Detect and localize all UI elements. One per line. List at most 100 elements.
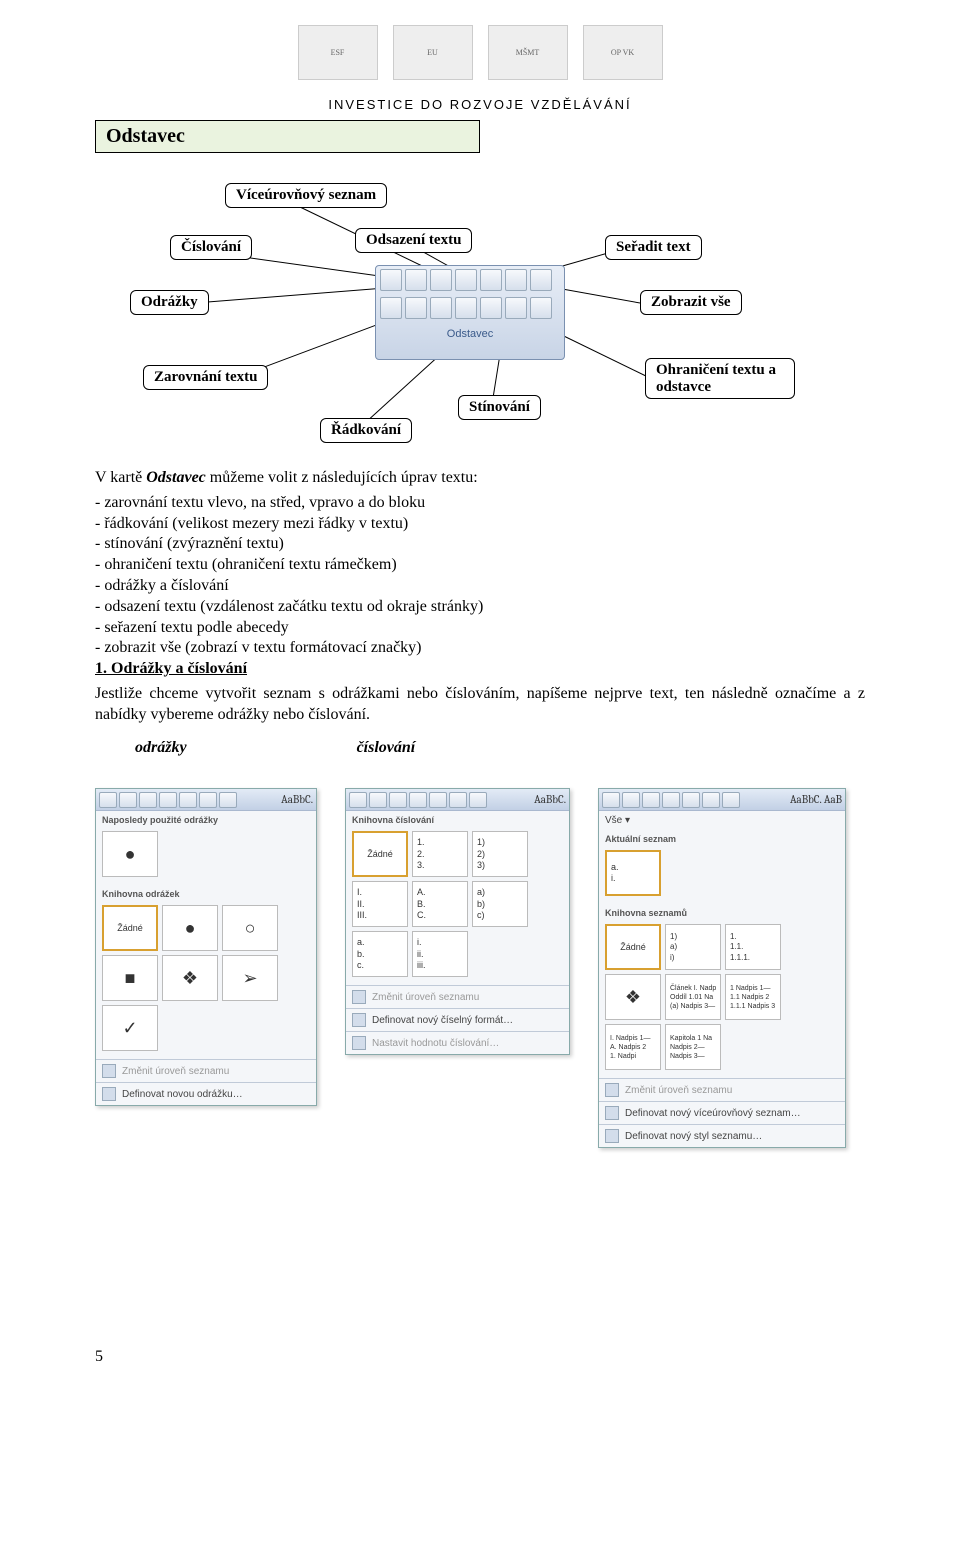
line-spacing-button[interactable] (480, 297, 502, 319)
rbtn[interactable] (369, 792, 387, 808)
list-item: seřazení textu podle abecedy (95, 618, 865, 639)
ribbon-paragraph-panel: Odstavec (375, 265, 565, 360)
multi-option[interactable]: 1 Nadpis 1— 1.1 Nadpis 2 1.1.1 Nadpis 3 (725, 974, 781, 1020)
rbtn[interactable] (449, 792, 467, 808)
number-option[interactable]: a) b) c) (472, 881, 528, 927)
bullet-option[interactable]: ● (162, 905, 218, 951)
rbtn[interactable] (199, 792, 217, 808)
rbtn[interactable] (179, 792, 197, 808)
logo-strip: ESF EU MŠMT OP VK (95, 10, 865, 95)
bullet-option[interactable]: ■ (102, 955, 158, 1001)
rbtn[interactable] (722, 792, 740, 808)
align-center-button[interactable] (405, 297, 427, 319)
decrease-indent-button[interactable] (455, 269, 477, 291)
define-new-bullet-item[interactable]: Definovat novou odrážku… (96, 1082, 316, 1105)
bullets-dropdown: AaBbC. Naposledy použité odrážky ● Kniho… (95, 788, 317, 1106)
value-icon (352, 1036, 366, 1050)
shading-button[interactable] (505, 297, 527, 319)
border-button[interactable] (530, 297, 552, 319)
indent-icon (352, 990, 366, 1004)
logo-opvk: OP VK (583, 25, 663, 80)
ribbon-strip: AaBbC. AaB (599, 789, 845, 811)
rbtn[interactable] (469, 792, 487, 808)
rbtn[interactable] (139, 792, 157, 808)
number-option[interactable]: 1) 2) 3) (472, 831, 528, 877)
change-level-item: Změnit úroveň seznamu (599, 1078, 845, 1101)
rbtn[interactable] (159, 792, 177, 808)
rbtn[interactable] (119, 792, 137, 808)
rbtn[interactable] (702, 792, 720, 808)
subsection-text: Jestliže chceme vytvořit seznam s odrážk… (95, 684, 865, 726)
define-multilevel-item[interactable]: Definovat nový víceúrovňový seznam… (599, 1101, 845, 1124)
rbtn[interactable] (682, 792, 700, 808)
define-format-item[interactable]: Definovat nový číselný formát… (346, 1008, 569, 1031)
list-item: odsazení textu (vzdálenost začátku textu… (95, 597, 865, 618)
rbtn[interactable] (349, 792, 367, 808)
increase-indent-button[interactable] (480, 269, 502, 291)
list-item: řádkování (velikost mezery mezi řádky v … (95, 514, 865, 535)
multi-option[interactable]: 1. 1.1. 1.1.1. (725, 924, 781, 970)
multi-option-current[interactable]: a. i. (605, 850, 661, 896)
intro-line: V kartě Odstavec můžeme volit z následuj… (95, 468, 865, 489)
number-option[interactable]: 1. 2. 3. (412, 831, 468, 877)
sort-button[interactable] (505, 269, 527, 291)
rbtn[interactable] (602, 792, 620, 808)
investice-caption: INVESTICE DO ROZVOJE VZDĚLÁVÁNÍ (95, 97, 865, 112)
multi-option[interactable]: ❖ (605, 974, 661, 1020)
multi-option-none[interactable]: Žádné (605, 924, 661, 970)
numbering-dropdown: AaBbC. Knihovna číslování Žádné 1. 2. 3.… (345, 788, 570, 1055)
gallery-row: AaBbC. Naposledy použité odrážky ● Kniho… (95, 788, 865, 1148)
bullet-option[interactable]: ❖ (162, 955, 218, 1001)
rbtn[interactable] (429, 792, 447, 808)
panel-label: Odstavec (376, 328, 564, 340)
rbtn[interactable] (389, 792, 407, 808)
multi-option[interactable]: 1) a) i) (665, 924, 721, 970)
rbtn[interactable] (99, 792, 117, 808)
section-library: Knihovna číslování (346, 811, 569, 827)
justify-button[interactable] (455, 297, 477, 319)
number-option[interactable]: A. B. C. (412, 881, 468, 927)
ribbon-strip: AaBbC. (96, 789, 316, 811)
logo-msmt: MŠMT (488, 25, 568, 80)
number-option[interactable]: i. ii. iii. (412, 931, 468, 977)
callout-sort-text: Seřadit text (605, 235, 702, 260)
align-right-button[interactable] (430, 297, 452, 319)
multi-option[interactable]: Článek I. Nadp Oddíl 1.01 Na (a) Nadpis … (665, 974, 721, 1020)
set-value-item: Nastavit hodnotu číslování… (346, 1031, 569, 1054)
style-preview: AaBbC. (281, 793, 313, 806)
bullet-option-none[interactable]: Žádné (102, 905, 158, 951)
bullet-option[interactable]: ○ (222, 905, 278, 951)
bullet-option[interactable]: ✓ (102, 1005, 158, 1051)
bullets-button[interactable] (380, 269, 402, 291)
multi-option[interactable]: I. Nadpis 1— A. Nadpis 2 1. Nadpi (605, 1024, 661, 1070)
change-level-item: Změnit úroveň seznamu (346, 985, 569, 1008)
number-option[interactable]: I. II. III. (352, 881, 408, 927)
ribbon-strip: AaBbC. (346, 789, 569, 811)
change-level-item: Změnit úroveň seznamu (96, 1059, 316, 1082)
callout-border: Ohraničení textu a odstavce (645, 358, 795, 399)
bullet-option[interactable]: ➢ (222, 955, 278, 1001)
show-all-button[interactable] (530, 269, 552, 291)
number-option[interactable]: a. b. c. (352, 931, 408, 977)
body-text: V kartě Odstavec můžeme volit z následuj… (95, 468, 865, 758)
callout-numbering: Číslování (170, 235, 252, 260)
multilevel-button[interactable] (430, 269, 452, 291)
rbtn[interactable] (662, 792, 680, 808)
multi-option[interactable]: Kapitola 1 Na Nadpis 2— Nadpis 3— (665, 1024, 721, 1070)
numbering-button[interactable] (405, 269, 427, 291)
style-preview: AaBbC. (534, 793, 566, 806)
all-toggle[interactable]: Vše ▾ (599, 811, 845, 830)
callout-show-all: Zobrazit vše (640, 290, 742, 315)
rbtn[interactable] (642, 792, 660, 808)
list-item: zobrazit vše (zobrazí v textu formátovac… (95, 638, 865, 659)
rbtn[interactable] (219, 792, 237, 808)
number-option-none[interactable]: Žádné (352, 831, 408, 877)
section-title: Odstavec (95, 120, 480, 153)
align-left-button[interactable] (380, 297, 402, 319)
bullet-option[interactable]: ● (102, 831, 158, 877)
feature-list: zarovnání textu vlevo, na střed, vpravo … (95, 493, 865, 659)
rbtn[interactable] (409, 792, 427, 808)
rbtn[interactable] (622, 792, 640, 808)
define-list-style-item[interactable]: Definovat nový styl seznamu… (599, 1124, 845, 1147)
style-preview: AaBbC. AaB (790, 793, 842, 806)
